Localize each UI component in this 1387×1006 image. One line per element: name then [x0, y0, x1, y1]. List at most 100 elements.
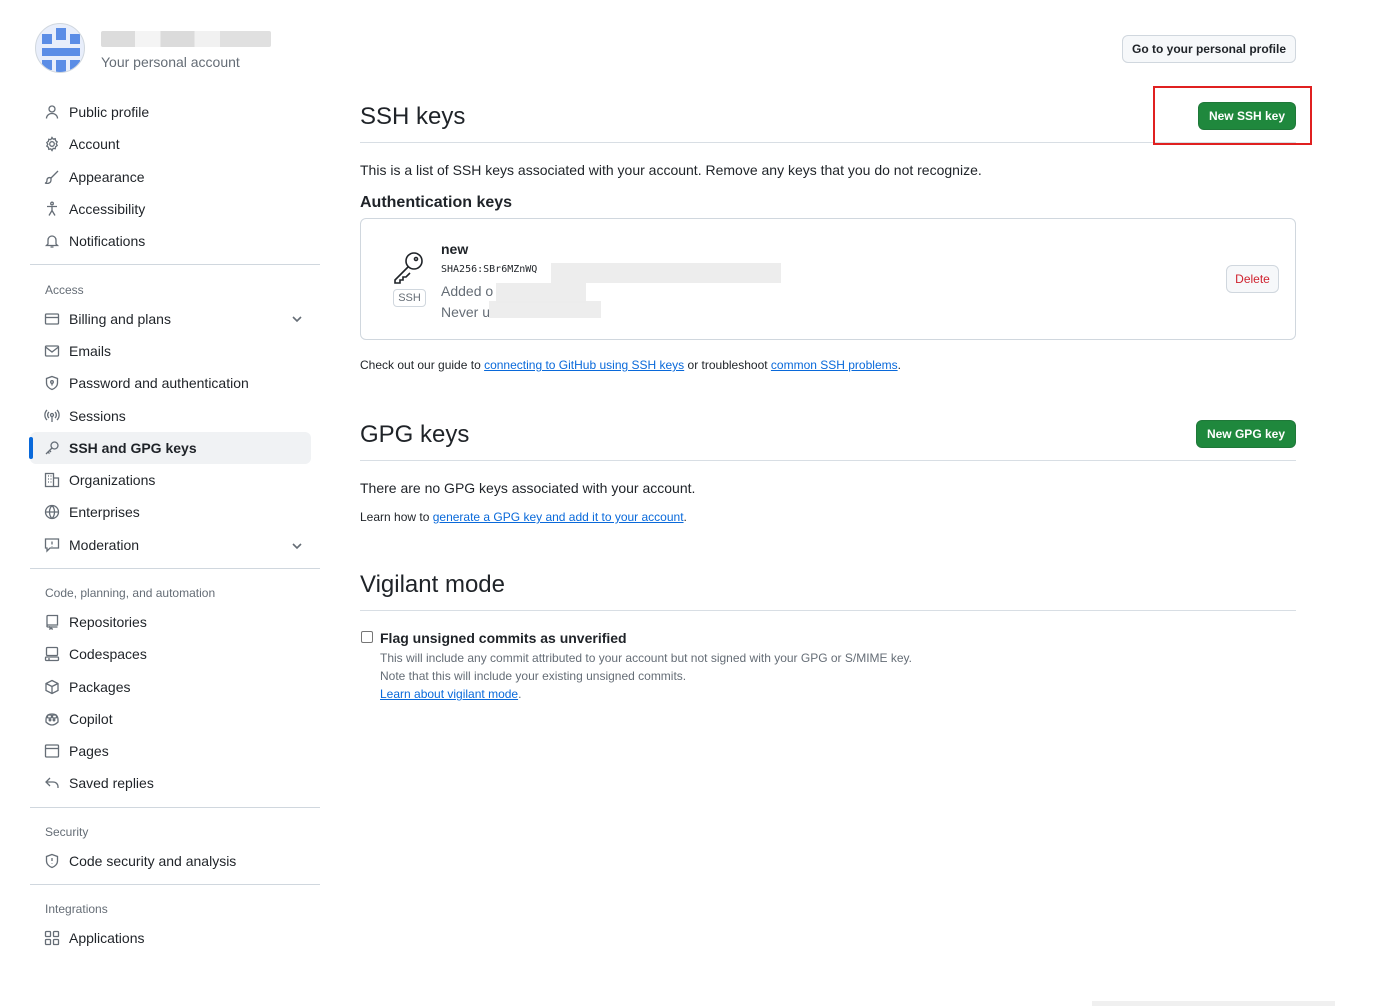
ssh-key-fingerprint: SHA256:SBr6MZnWQ [441, 264, 538, 275]
redacted-last-used [489, 301, 601, 318]
ssh-guide-link[interactable]: connecting to GitHub using SSH keys [484, 358, 684, 372]
sidebar-item-emails[interactable]: Emails [30, 335, 311, 367]
copilot-icon [44, 711, 60, 727]
authentication-keys-heading: Authentication keys [360, 194, 513, 211]
sidebar-item-label: Billing and plans [69, 310, 171, 327]
sidebar-item-applications[interactable]: Applications [30, 922, 311, 954]
sidebar-item-label: Pages [69, 743, 109, 760]
sidebar-item-label: Copilot [69, 710, 113, 727]
apps-icon [44, 930, 60, 946]
gpg-learn-link[interactable]: generate a GPG key and add it to your ac… [433, 510, 684, 524]
sidebar-item-packages[interactable]: Packages [30, 670, 311, 702]
highlight-annotation [1153, 86, 1312, 145]
sidebar-item-appearance[interactable]: Appearance [30, 161, 311, 193]
shield-icon [44, 853, 60, 869]
sidebar-item-label: Notifications [69, 233, 146, 250]
ssh-keys-title: SSH keys [360, 103, 466, 130]
sidebar-item-password[interactable]: Password and authentication [30, 367, 311, 399]
sidebar-item-code-security[interactable]: Code security and analysis [30, 845, 311, 877]
ssh-key-added: Added o [441, 283, 494, 299]
sidebar-item-enterprises[interactable]: Enterprises [30, 496, 311, 528]
sidebar-section-code: Code, planning, and automation [45, 586, 216, 601]
repo-icon [44, 614, 60, 630]
sidebar-item-label: Sessions [69, 407, 126, 424]
sidebar-item-copilot[interactable]: Copilot [30, 703, 311, 735]
credit-card-icon [44, 311, 60, 327]
sidebar-section-security: Security [45, 825, 89, 840]
sidebar-item-organizations[interactable]: Organizations [30, 464, 311, 496]
vigilant-learn-text: Learn about vigilant mode. [380, 687, 522, 701]
sidebar-item-public-profile[interactable]: Public profile [30, 96, 311, 128]
sidebar-item-accessibility[interactable]: Accessibility [30, 193, 311, 225]
sidebar-item-label: Moderation [69, 536, 140, 553]
account-subtitle: Your personal account [101, 54, 240, 70]
avatar[interactable] [35, 23, 85, 73]
account-name-redacted [101, 31, 271, 47]
sidebar-item-notifications[interactable]: Notifications [30, 225, 311, 257]
sidebar-item-label: Organizations [69, 472, 156, 489]
sidebar-item-repositories[interactable]: Repositories [30, 606, 311, 638]
sidebar-item-moderation[interactable]: Moderation [30, 529, 311, 561]
chevron-down-icon[interactable] [291, 539, 303, 551]
bottom-strip [1092, 1001, 1335, 1006]
ssh-badge: SSH [393, 289, 426, 307]
sidebar-item-label: Appearance [69, 168, 145, 185]
sidebar-item-label: Applications [69, 930, 145, 947]
vigilant-note-2: Note that this will include your existin… [380, 669, 687, 683]
ssh-key-item: SSH new SHA256:SBr6MZnWQ Added o Never u… [360, 218, 1296, 340]
sidebar-item-label: Saved replies [69, 775, 154, 792]
sidebar-item-label: Repositories [69, 614, 147, 630]
package-icon [44, 679, 60, 695]
gpg-empty-text: There are no GPG keys associated with yo… [360, 480, 696, 496]
shield-lock-icon [44, 375, 60, 391]
sidebar-item-label: Enterprises [69, 504, 140, 521]
sidebar-item-label: Public profile [69, 104, 150, 121]
vigilant-mode-title: Vigilant mode [360, 571, 505, 598]
codespaces-icon [44, 646, 60, 662]
ssh-key-name: new [441, 241, 469, 257]
sidebar-item-label: Password and authentication [69, 375, 249, 392]
vigilant-learn-link[interactable]: Learn about vigilant mode [380, 687, 518, 701]
sidebar-item-label: Emails [69, 342, 112, 359]
sidebar-item-codespaces[interactable]: Codespaces [30, 638, 311, 670]
sidebar-item-label: Code security and analysis [69, 852, 237, 869]
mail-icon [44, 343, 60, 359]
redacted-added-date [496, 283, 586, 303]
organization-icon [44, 472, 60, 488]
sidebar-section-access: Access [45, 282, 84, 297]
ssh-problems-link[interactable]: common SSH problems [771, 358, 898, 372]
sidebar-item-ssh-gpg-keys[interactable]: SSH and GPG keys [29, 431, 311, 464]
sidebar-item-account[interactable]: Account [30, 128, 311, 160]
browser-icon [44, 743, 60, 759]
gpg-keys-title: GPG keys [360, 421, 470, 448]
person-icon [44, 104, 60, 120]
settings-sidebar: Public profile Account Appearance Access… [29, 96, 320, 954]
go-to-profile-button[interactable]: Go to your personal profile [1122, 35, 1296, 63]
key-icon [44, 440, 60, 456]
globe-icon [44, 504, 60, 520]
sidebar-item-label: Packages [69, 678, 131, 695]
ssh-key-last-used: Never u [441, 304, 491, 320]
sidebar-item-pages[interactable]: Pages [30, 735, 311, 767]
gear-icon [44, 136, 60, 153]
key-icon [391, 249, 427, 285]
sidebar-item-label: Account [69, 136, 120, 153]
delete-ssh-key-button[interactable]: Delete [1226, 265, 1279, 293]
flag-unsigned-checkbox[interactable] [361, 631, 373, 643]
paintbrush-icon [44, 169, 60, 185]
sidebar-item-saved-replies[interactable]: Saved replies [30, 767, 311, 799]
flag-unsigned-label[interactable]: Flag unsigned commits as unverified [380, 630, 627, 646]
ssh-guide-text: Check out our guide to connecting to Git… [360, 358, 901, 372]
gpg-learn-text: Learn how to generate a GPG key and add … [360, 510, 687, 524]
bell-icon [44, 233, 60, 249]
sidebar-item-label: SSH and GPG keys [69, 439, 197, 456]
sidebar-item-label: Codespaces [69, 646, 147, 663]
sidebar-item-sessions[interactable]: Sessions [30, 399, 311, 431]
redacted-fingerprint [551, 263, 781, 283]
sidebar-section-integrations: Integrations [45, 902, 108, 917]
sidebar-item-billing[interactable]: Billing and plans [30, 302, 311, 334]
sidebar-item-label: Accessibility [69, 201, 146, 218]
new-gpg-key-button[interactable]: New GPG key [1196, 420, 1296, 448]
chevron-down-icon[interactable] [291, 312, 303, 324]
report-icon [44, 537, 60, 553]
